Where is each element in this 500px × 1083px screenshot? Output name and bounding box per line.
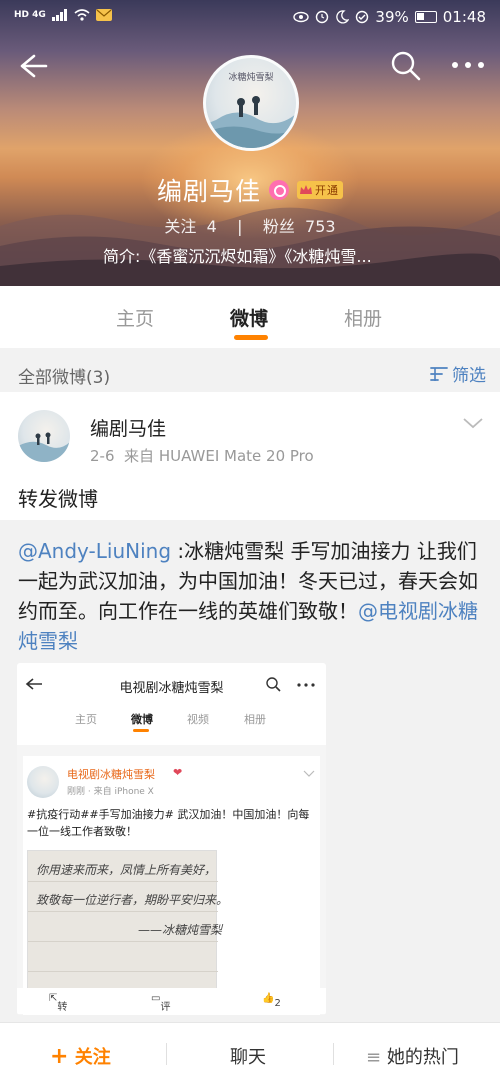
avatar-artwork: 冰糖炖雪梨 bbox=[206, 71, 296, 148]
embedded-tab: 主页 bbox=[75, 713, 97, 726]
tab-weibo[interactable]: 微博 bbox=[230, 304, 268, 331]
post-author-avatar[interactable] bbox=[18, 410, 70, 462]
filter-label: 筛选 bbox=[452, 366, 486, 386]
embedded-comment-label: 评论 bbox=[160, 1002, 171, 1013]
profile-header: HD 4G 39% 01:48 冰糖炖雪梨 编剧马佳 开通 关注 4 | 粉丝 … bbox=[0, 0, 500, 286]
embedded-screenshot[interactable]: 电视剧冰糖炖雪梨 主页 微博 视频 相册 电视剧冰糖炖雪梨 ❤ 刚刚 · 来自 … bbox=[17, 663, 326, 1015]
alarm-icon bbox=[316, 10, 329, 24]
follow-button[interactable]: + 关注 bbox=[50, 1043, 111, 1069]
post-date: 2-6 bbox=[90, 447, 115, 465]
avatar-artwork bbox=[18, 432, 70, 462]
profile-stats: 关注 4 | 粉丝 753 bbox=[0, 213, 500, 237]
list-icon: ≡ bbox=[366, 1047, 382, 1068]
handwriting-line: 致敬每一位逆行者，期盼平安归来。 bbox=[36, 893, 229, 907]
filter-button[interactable]: 筛选 bbox=[430, 361, 486, 386]
tab-home[interactable]: 主页 bbox=[116, 304, 154, 331]
embedded-actions: ⇱ 转发 ▭ 评论 👍 2 bbox=[17, 988, 326, 1014]
stats-divider: | bbox=[221, 217, 258, 236]
chevron-down-icon bbox=[303, 770, 315, 777]
follow-button-label: 关注 bbox=[74, 1047, 111, 1068]
follow-stat[interactable]: 关注 4 bbox=[164, 217, 216, 236]
search-icon bbox=[266, 677, 281, 692]
mention-link[interactable]: @Andy-LiuNing bbox=[18, 539, 171, 563]
hot-posts-label: 她的热门 bbox=[386, 1047, 459, 1068]
network-indicator: HD 4G bbox=[14, 10, 46, 20]
fans-label: 粉丝 bbox=[262, 217, 295, 236]
profile-bio[interactable]: 简介:《香蜜沉沉烬如霜》《冰糖炖雪... bbox=[103, 243, 403, 267]
filter-icon bbox=[430, 366, 448, 381]
handwritten-note-image: 你用速来而来，凤情上所有美好， 致敬每一位逆行者，期盼平安归来。 ——冰糖炖雪梨 bbox=[27, 850, 228, 993]
profile-name: 编剧马佳 bbox=[156, 177, 261, 206]
tab-album[interactable]: 相册 bbox=[344, 304, 382, 331]
fans-stat[interactable]: 粉丝 753 bbox=[263, 217, 336, 236]
handwriting-line: ——冰糖炖雪梨 bbox=[138, 923, 223, 937]
search-icon[interactable] bbox=[390, 50, 422, 82]
embedded-repost-label: 转发 bbox=[57, 1002, 68, 1013]
post-text: 转发微博 bbox=[18, 487, 98, 511]
signal-icon bbox=[51, 9, 67, 21]
crown-icon bbox=[300, 185, 312, 194]
embedded-tab: 视频 bbox=[187, 713, 209, 726]
post-author-name[interactable]: 编剧马佳 bbox=[90, 414, 166, 441]
more-icon bbox=[297, 683, 315, 687]
post-source: 来自 HUAWEI Mate 20 Pro bbox=[124, 447, 314, 465]
divider bbox=[333, 1043, 334, 1065]
follow-count: 4 bbox=[206, 217, 217, 236]
embedded-repost: ⇱ 转发 bbox=[49, 993, 67, 1013]
eye-comfort-icon bbox=[293, 11, 310, 23]
svg-text:冰糖炖雪梨: 冰糖炖雪梨 bbox=[228, 71, 273, 83]
repost-text: @Andy-LiuNing :冰糖炖雪梨 手写加油接力 让我们一起为武汉加油，为… bbox=[18, 536, 488, 656]
embedded-like-count: 2 bbox=[274, 998, 281, 1009]
active-tab-indicator bbox=[234, 335, 268, 340]
embedded-tab: 相册 bbox=[244, 713, 266, 726]
hot-posts-button[interactable]: ≡ 她的热门 bbox=[366, 1043, 459, 1069]
bottom-action-bar: + 关注 聊天 ≡ 她的热门 bbox=[0, 1022, 500, 1083]
embedded-meta: 刚刚 · 来自 iPhone X bbox=[67, 787, 154, 797]
post-card: 编剧马佳 2-6 来自 HUAWEI Mate 20 Pro 转发微博 bbox=[0, 392, 500, 520]
chat-button[interactable]: 聊天 bbox=[230, 1043, 266, 1069]
profile-page: HD 4G 39% 01:48 冰糖炖雪梨 编剧马佳 开通 关注 4 | 粉丝 … bbox=[0, 0, 500, 1083]
profile-name-row: 编剧马佳 开通 bbox=[0, 172, 500, 208]
divider bbox=[166, 1043, 167, 1065]
embedded-like: 👍 2 bbox=[262, 993, 281, 1009]
follow-label: 关注 bbox=[164, 217, 197, 236]
data-saver-icon bbox=[356, 10, 369, 24]
fans-count: 753 bbox=[305, 217, 336, 236]
back-arrow-icon[interactable] bbox=[14, 48, 50, 84]
filter-bar: 全部微博(3) 筛选 bbox=[0, 348, 500, 392]
wifi-icon bbox=[74, 9, 90, 21]
moon-icon bbox=[336, 10, 350, 24]
embedded-avatar bbox=[27, 766, 59, 798]
vip-badge[interactable]: 开通 bbox=[297, 181, 343, 199]
status-bar: HD 4G 39% 01:48 bbox=[0, 0, 500, 36]
heart-icon: ❤ bbox=[173, 766, 183, 779]
search-badge-icon[interactable] bbox=[269, 180, 289, 200]
profile-avatar[interactable]: 冰糖炖雪梨 bbox=[203, 55, 299, 151]
embedded-comment: ▭ 评论 bbox=[151, 993, 170, 1013]
handwriting-line: 你用速来而来，凤情上所有美好， bbox=[36, 863, 217, 877]
embedded-tab: 微博 bbox=[131, 713, 153, 726]
vip-label: 开通 bbox=[315, 184, 339, 197]
embedded-post: 电视剧冰糖炖雪梨 ❤ 刚刚 · 来自 iPhone X #抗疫行动##手写加油接… bbox=[23, 756, 320, 1015]
clock: 01:48 bbox=[442, 8, 486, 26]
mail-notification-icon bbox=[95, 9, 112, 21]
plus-icon: + bbox=[50, 1044, 69, 1069]
post-meta: 2-6 来自 HUAWEI Mate 20 Pro bbox=[90, 445, 314, 466]
repost-card[interactable]: @Andy-LiuNing :冰糖炖雪梨 手写加油接力 让我们一起为武汉加油，为… bbox=[0, 520, 500, 1022]
more-icon[interactable] bbox=[448, 55, 488, 75]
embedded-tab-indicator bbox=[133, 729, 149, 732]
all-posts-label: 全部微博(3) bbox=[18, 368, 111, 388]
embedded-header: 电视剧冰糖炖雪梨 主页 微博 视频 相册 bbox=[17, 663, 326, 745]
battery-icon bbox=[414, 11, 437, 23]
chevron-down-icon[interactable] bbox=[462, 416, 484, 430]
battery-percent: 39% bbox=[375, 8, 409, 26]
embedded-text: #抗疫行动##手写加油接力# 武汉加油！中国加油！向每一位一线工作者致敬！ bbox=[27, 808, 310, 838]
embedded-author: 电视剧冰糖炖雪梨 bbox=[67, 768, 155, 781]
